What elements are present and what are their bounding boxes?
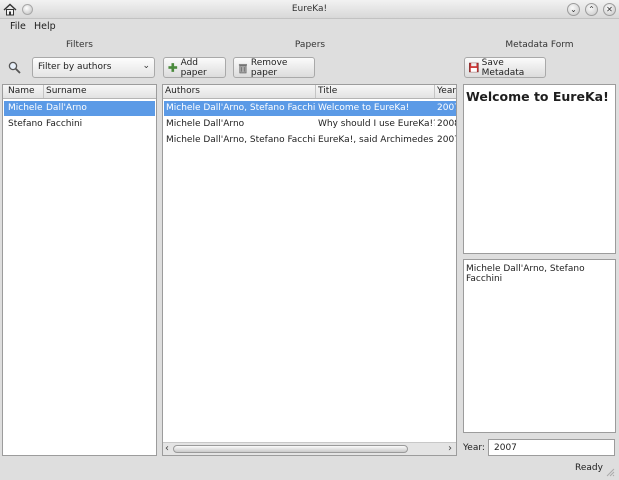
scrollbar-thumb[interactable] [173, 445, 408, 453]
authors-list[interactable]: Name Surname Michele Dall'Arno Stefano F… [2, 84, 157, 456]
filter-combo[interactable]: Filter by authors ⌄ [32, 57, 155, 78]
papers-table[interactable]: Authors Title Year Michele Dall'Arno, St… [162, 84, 457, 456]
papers-table-header: Authors Title Year [163, 85, 456, 99]
menu-file[interactable]: File [10, 21, 26, 32]
menu-bar: File Help [0, 19, 619, 34]
list-item[interactable]: Stefano Facchini [4, 117, 155, 132]
plus-icon [168, 63, 178, 72]
paper-year: 2007 [437, 135, 456, 145]
metadata-title-field[interactable]: Welcome to EureKa! [463, 84, 616, 254]
resize-grip-icon[interactable] [605, 467, 615, 477]
table-row[interactable]: Michele Dall'Arno, Stefano Facchini Eure… [164, 133, 456, 148]
maximize-icon[interactable]: ⌃ [585, 3, 598, 16]
column-separator [434, 85, 435, 98]
year-input[interactable]: 2007 [488, 439, 615, 456]
papers-hscrollbar[interactable]: ‹ › [163, 442, 456, 455]
paper-title: EureKa!, said Archimedes [318, 135, 434, 145]
year-input-value: 2007 [494, 443, 517, 453]
status-text: Ready [575, 463, 603, 473]
author-surname: Facchini [46, 119, 83, 129]
column-header-title[interactable]: Title [318, 86, 337, 96]
column-header-surname[interactable]: Surname [46, 86, 86, 96]
column-header-name[interactable]: Name [8, 86, 35, 96]
add-paper-button[interactable]: Add paper [163, 57, 226, 78]
authors-list-header: Name Surname [3, 85, 156, 99]
column-separator [43, 85, 44, 98]
paper-authors: Michele Dall'Arno, Stefano Facchini [166, 135, 316, 145]
metadata-paper-title: Welcome to EureKa! [466, 89, 609, 104]
chevron-down-icon: ⌄ [142, 61, 150, 71]
metadata-authors-field[interactable]: Michele Dall'Arno, Stefano Facchini [463, 259, 616, 433]
paper-title: Welcome to EureKa! [318, 103, 410, 113]
year-label: Year: [463, 443, 485, 453]
menu-help[interactable]: Help [34, 21, 56, 32]
window-title: EureKa! [291, 4, 328, 14]
paper-authors: Michele Dall'Arno, Stefano Facchini [166, 103, 316, 113]
save-metadata-button[interactable]: Save Metadata [464, 57, 546, 78]
filter-combo-value: Filter by authors [38, 62, 112, 72]
trash-icon [238, 63, 248, 73]
column-header-authors[interactable]: Authors [165, 86, 200, 96]
paper-year: 2008 [437, 119, 456, 129]
menu-help-label: Help [34, 21, 56, 32]
scroll-left-icon[interactable]: ‹ [165, 443, 169, 454]
title-bar: EureKa! ⌄ ⌃ ✕ [0, 0, 619, 19]
column-header-year[interactable]: Year [437, 86, 456, 96]
close-icon[interactable]: ✕ [603, 3, 616, 16]
filters-title: Filters [66, 40, 93, 50]
save-metadata-label: Save Metadata [481, 57, 525, 78]
paper-title: Why should I use EureKa!? [318, 119, 435, 129]
floppy-icon [469, 62, 479, 73]
metadata-authors: Michele Dall'Arno, Stefano Facchini [466, 264, 585, 284]
scroll-right-icon[interactable]: › [448, 443, 452, 454]
status-bar: Ready [0, 459, 619, 480]
search-icon [8, 61, 21, 74]
table-row[interactable]: Michele Dall'Arno, Stefano Facchini Welc… [164, 101, 456, 116]
list-item[interactable]: Michele Dall'Arno [4, 101, 155, 116]
paper-year: 2007 [437, 103, 456, 113]
paper-authors: Michele Dall'Arno [166, 119, 245, 129]
author-name: Stefano [8, 119, 43, 129]
table-row[interactable]: Michele Dall'Arno Why should I use EureK… [164, 117, 456, 132]
remove-paper-button[interactable]: Remove paper [233, 57, 315, 78]
menu-file-label: File [10, 21, 26, 32]
author-surname: Dall'Arno [46, 103, 87, 113]
author-name: Michele [8, 103, 43, 113]
remove-paper-label: Remove paper [250, 57, 288, 78]
minimize-icon[interactable]: ⌄ [567, 3, 580, 16]
papers-title: Papers [294, 40, 326, 50]
add-paper-label: Add paper [180, 57, 207, 78]
metadata-title: Metadata Form [505, 40, 574, 50]
column-separator [315, 85, 316, 98]
